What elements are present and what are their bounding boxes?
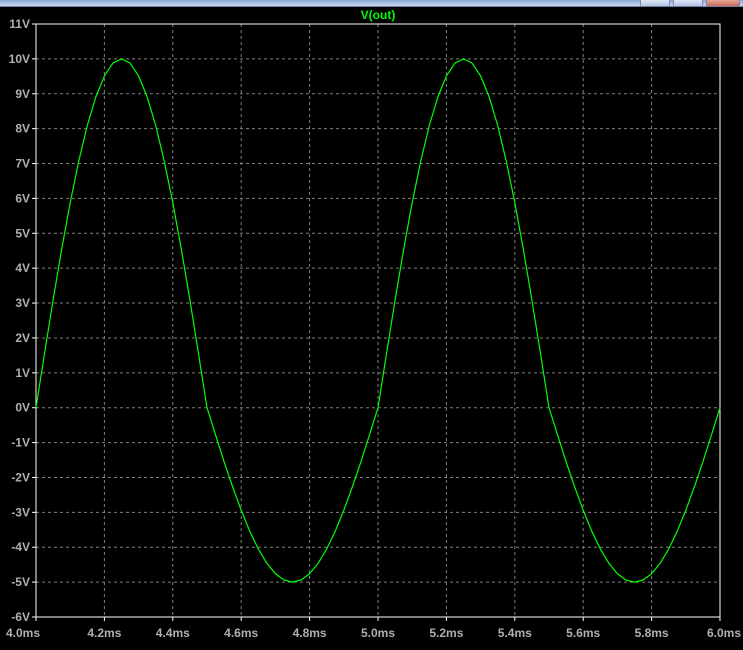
minimize-button[interactable] — [640, 0, 670, 6]
y-tick-label: -2V — [11, 470, 30, 484]
x-tick-label: 5.0ms — [361, 626, 395, 640]
y-tick-label: -5V — [11, 575, 30, 589]
close-button[interactable] — [706, 0, 740, 6]
y-axis-tick-labels: 11V 10V 9V 8V 7V 6V 5V 4V 3V 2V 1V 0V -1V -2V -3V -4V -5… — [9, 17, 36, 624]
x-tick-label: 5.4ms — [498, 626, 532, 640]
x-tick-label: 4.0ms — [6, 626, 40, 640]
x-axis-tick-labels: 4.0ms 4.2ms 4.4ms 4.6ms 4.8ms 5.0ms 5.2ms 5.4ms… — [6, 617, 741, 640]
x-tick-label: 5.6ms — [566, 626, 600, 640]
x-tick-label: 6.0ms — [707, 626, 741, 640]
grid — [36, 24, 720, 617]
y-tick-label: -4V — [11, 540, 30, 554]
window-title-bar — [0, 0, 743, 7]
y-tick-label: 7V — [15, 157, 30, 171]
y-tick-label: 10V — [9, 52, 30, 66]
waveform-plot-pane: 11V 10V 9V 8V 7V 6V 5V 4V 3V 2V 1V 0V -1V -2V -3V -4V -5… — [0, 7, 743, 650]
x-tick-label: 5.2ms — [429, 626, 463, 640]
y-tick-label: -3V — [11, 505, 30, 519]
maximize-button[interactable] — [673, 0, 703, 6]
x-tick-label: 5.8ms — [635, 626, 669, 640]
y-tick-label: 3V — [15, 296, 30, 310]
y-tick-label: 9V — [15, 87, 30, 101]
y-tick-label: 4V — [15, 261, 30, 275]
y-tick-label: 2V — [15, 331, 30, 345]
y-tick-label: 11V — [9, 17, 30, 31]
y-tick-label: 1V — [15, 366, 30, 380]
y-tick-label: 8V — [15, 122, 30, 136]
y-tick-label: -1V — [11, 436, 30, 450]
trace-name-label[interactable]: V(out) — [361, 8, 396, 22]
y-tick-label: 0V — [15, 401, 30, 415]
y-tick-label: 6V — [15, 191, 30, 205]
y-tick-label: -6V — [11, 610, 30, 624]
x-tick-label: 4.6ms — [224, 626, 258, 640]
x-tick-label: 4.2ms — [87, 626, 121, 640]
waveform-chart[interactable]: 11V 10V 9V 8V 7V 6V 5V 4V 3V 2V 1V 0V -1V -2V -3V -4V -5… — [0, 7, 743, 650]
y-tick-label: 5V — [15, 226, 30, 240]
x-tick-label: 4.4ms — [156, 626, 190, 640]
x-tick-label: 4.8ms — [293, 626, 327, 640]
